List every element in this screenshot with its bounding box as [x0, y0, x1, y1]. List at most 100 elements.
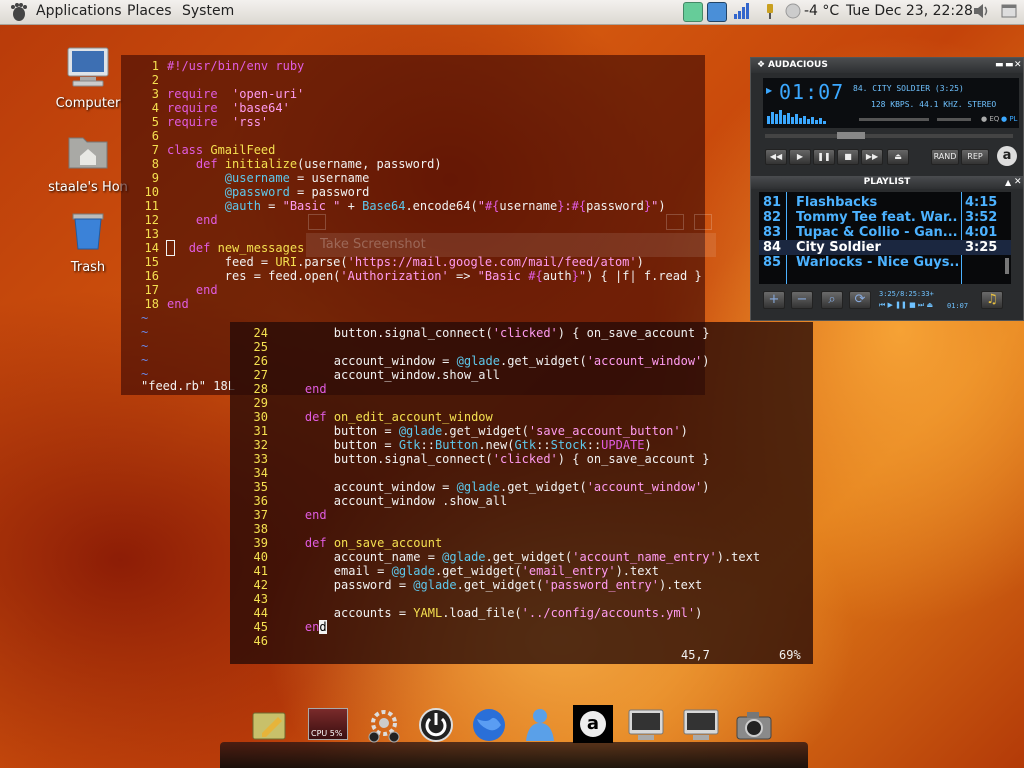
- menu-system[interactable]: System: [182, 3, 234, 19]
- seek-bar[interactable]: [765, 132, 1013, 139]
- code-token: =>: [448, 269, 478, 283]
- shade-icon[interactable]: ▬: [1005, 58, 1014, 73]
- code-token: on_save_account: [333, 536, 443, 550]
- menu-places[interactable]: Places: [127, 3, 172, 19]
- playlist[interactable]: 81 Flashbacks 4:15 82 Tommy Tee feat. War...…: [759, 192, 1011, 284]
- code-token: Gtk: [398, 438, 421, 452]
- code-token: GmailFeed: [210, 143, 276, 157]
- gnome-foot-icon[interactable]: [8, 2, 28, 22]
- playlist-item-num: 81: [763, 195, 782, 210]
- volume-slider[interactable]: [859, 118, 929, 121]
- minimize-icon[interactable]: [666, 214, 684, 230]
- clock[interactable]: Tue Dec 23, 22:28: [846, 3, 973, 19]
- remove-button[interactable]: −: [791, 291, 813, 309]
- previous-button[interactable]: ◀◀: [765, 149, 787, 165]
- stop-button[interactable]: ■: [837, 149, 859, 165]
- mini-controls[interactable]: ⏮ ▶ ❚❚ ■ ⏭ ⏏: [879, 301, 933, 310]
- audacious-logo-icon[interactable]: a: [997, 146, 1017, 166]
- terminal-icon[interactable]: [626, 707, 666, 743]
- code-token: end: [167, 297, 189, 311]
- playlist-item[interactable]: 83 Tupac & Collio - Gan... 4:01: [759, 225, 1011, 240]
- contact-icon[interactable]: [520, 707, 560, 743]
- line-number: 28: [253, 382, 268, 396]
- misc-button[interactable]: ⟳: [849, 291, 871, 309]
- audacious-icon[interactable]: a: [573, 705, 613, 743]
- weather-temperature[interactable]: -4 °C: [804, 3, 839, 19]
- code-token: 'https://mail.google.com/mail/feed/atom': [347, 255, 637, 269]
- code-line: 18 end: [121, 297, 189, 311]
- eq-toggle[interactable]: ● EQ: [981, 115, 999, 123]
- select-button[interactable]: ⌕: [821, 291, 843, 309]
- code-token: ): [702, 354, 710, 368]
- code-line: 37 end: [230, 508, 327, 522]
- code-token: 'clicked': [492, 326, 558, 340]
- power-plug-icon[interactable]: [761, 2, 779, 20]
- terminal-icon[interactable]: [681, 707, 721, 743]
- code-token: end: [195, 283, 218, 297]
- globe-icon[interactable]: [469, 707, 509, 743]
- code-token: @glade: [413, 578, 457, 592]
- shade-icon[interactable]: ▲: [1005, 176, 1011, 189]
- audacious-logo-icon: a: [580, 711, 606, 737]
- code-token: ).text: [716, 550, 761, 564]
- volume-icon[interactable]: [972, 2, 990, 20]
- audacious-titlebar[interactable]: ❖ AUDACIOUS ▬ ▬ ✕: [751, 58, 1023, 73]
- shuffle-button[interactable]: RAND: [931, 149, 959, 165]
- code-token: end: [304, 508, 327, 522]
- playlist-item[interactable]: 85 Warlocks - Nice Guys...: [759, 255, 1011, 270]
- notes-icon[interactable]: [250, 707, 290, 743]
- close-icon[interactable]: ✕: [1014, 58, 1022, 73]
- camera-icon[interactable]: [734, 707, 774, 743]
- playlist-item[interactable]: 84 City Soldier 3:25: [759, 240, 1011, 255]
- code-line: 27 account_window.show_all: [230, 368, 500, 382]
- code-token: ) { on_save_account }: [557, 452, 710, 466]
- code-token: ): [702, 480, 710, 494]
- terminal-accounts-rb[interactable]: 45,7 69% 24 button.signal_connect('click…: [230, 322, 813, 664]
- power-icon[interactable]: [416, 707, 456, 743]
- vim-empty-line-marker: ~: [141, 353, 149, 367]
- elapsed-time[interactable]: 01:07: [779, 80, 844, 104]
- code-token: @glade: [398, 424, 443, 438]
- add-button[interactable]: +: [763, 291, 785, 309]
- current-song: 84. CITY SOLDIER (3:25): [853, 84, 964, 93]
- signal-strength-icon[interactable]: [732, 2, 750, 20]
- seek-handle[interactable]: [837, 132, 865, 139]
- visualizer[interactable]: [767, 108, 843, 124]
- pl-toggle[interactable]: ● PL: [1001, 115, 1017, 123]
- code-token: account_window .show_all: [276, 494, 508, 508]
- repeat-button[interactable]: REP: [961, 149, 989, 165]
- code-token: @password: [224, 185, 290, 199]
- pause-button[interactable]: ❚❚: [813, 149, 835, 165]
- show-desktop-icon[interactable]: [1000, 2, 1018, 20]
- line-number: 8: [151, 157, 159, 171]
- line-number: 35: [253, 480, 268, 494]
- playlist-item[interactable]: 82 Tommy Tee feat. War... 3:52: [759, 210, 1011, 225]
- audacious-player[interactable]: ❖ AUDACIOUS ▬ ▬ ✕ ▶ 01:07 84. CITY SOLDI…: [750, 57, 1024, 321]
- balance-slider[interactable]: [937, 118, 971, 121]
- system-settings-icon[interactable]: [364, 707, 404, 743]
- audacious-menu-icon[interactable]: ❖: [757, 58, 765, 73]
- playlist-item[interactable]: 81 Flashbacks 4:15: [759, 195, 1011, 210]
- close-icon[interactable]: [694, 214, 712, 230]
- code-token: password: [586, 199, 644, 213]
- playlist-titlebar[interactable]: PLAYLIST ▲ ✕: [751, 176, 1023, 189]
- code-token: "Basic: [477, 269, 529, 283]
- line-number: 3: [151, 87, 159, 101]
- minimize-icon[interactable]: ▬: [995, 58, 1004, 73]
- line-number: 12: [144, 213, 159, 227]
- line-number: 25: [253, 340, 268, 354]
- network-icon[interactable]: [683, 2, 703, 22]
- menu-applications[interactable]: Applications: [36, 3, 122, 19]
- eject-button[interactable]: ⏏: [887, 149, 909, 165]
- update-notifier-icon[interactable]: [707, 2, 727, 22]
- playlist-item-title: Flashbacks: [796, 195, 878, 210]
- list-button[interactable]: ♫: [981, 291, 1003, 309]
- play-button[interactable]: ▶: [789, 149, 811, 165]
- close-icon[interactable]: ✕: [1014, 176, 1022, 189]
- cpu-monitor-icon[interactable]: CPU 5%: [308, 708, 348, 740]
- next-button[interactable]: ▶▶: [861, 149, 883, 165]
- code-line: 10 @password = password: [121, 185, 370, 199]
- code-token: on_edit_account_window: [333, 410, 493, 424]
